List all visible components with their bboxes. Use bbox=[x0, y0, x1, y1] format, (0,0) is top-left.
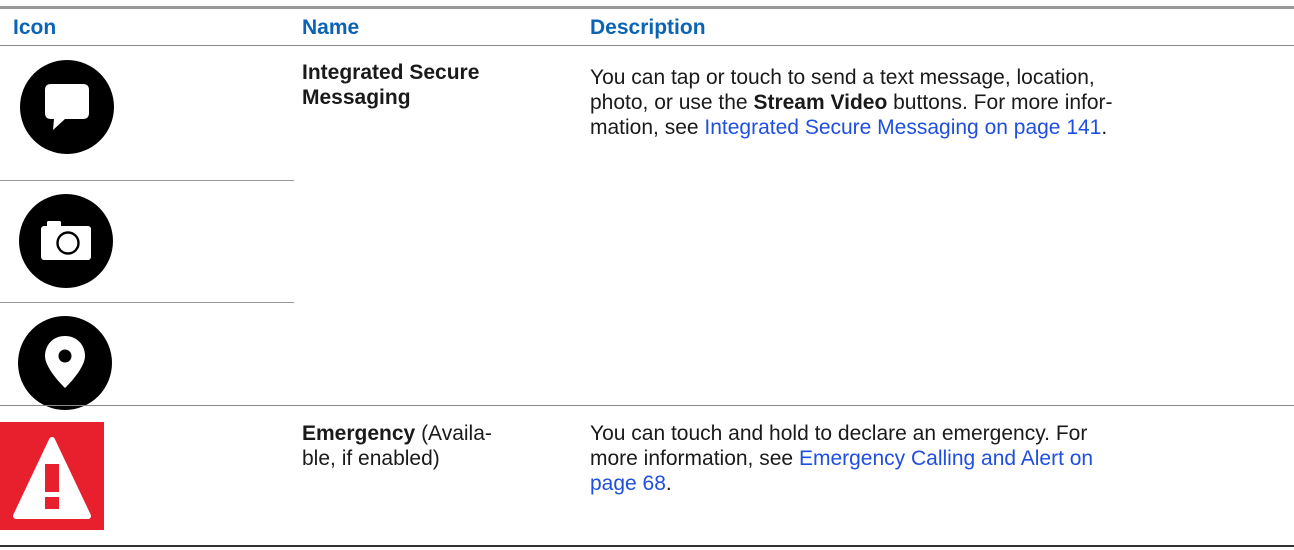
icon-divider bbox=[0, 302, 294, 303]
row-description-messaging: You can tap or touch to send a text mess… bbox=[590, 66, 1113, 139]
header-name: Name bbox=[302, 16, 360, 39]
header-icon: Icon bbox=[13, 16, 57, 39]
row-description-emergency: You can touch and hold to declare an eme… bbox=[590, 422, 1094, 495]
camera-icon bbox=[19, 194, 113, 288]
row-name-emergency: Emergency (Availa- ble, if enabled) bbox=[302, 422, 492, 470]
location-pin-icon bbox=[18, 316, 112, 410]
emergency-warning-icon bbox=[0, 422, 104, 530]
row-name-messaging: Integrated Secure Messaging bbox=[302, 61, 480, 109]
table-top-rule bbox=[0, 6, 1294, 9]
icon-divider bbox=[0, 180, 294, 181]
header-rule bbox=[0, 45, 1294, 46]
chat-bubble-icon bbox=[20, 60, 114, 154]
icon-reference-table: Icon Name Description Integrated Secure … bbox=[0, 0, 1294, 550]
row-divider bbox=[0, 405, 1294, 406]
link-integrated-secure-messaging[interactable]: Integrated Secure Messaging on page 141 bbox=[704, 116, 1101, 139]
header-description: Description bbox=[590, 16, 706, 39]
table-bottom-rule bbox=[0, 545, 1294, 547]
link-page-68[interactable]: page 68 bbox=[590, 472, 666, 495]
link-emergency-calling[interactable]: Emergency Calling and Alert on bbox=[799, 447, 1093, 470]
